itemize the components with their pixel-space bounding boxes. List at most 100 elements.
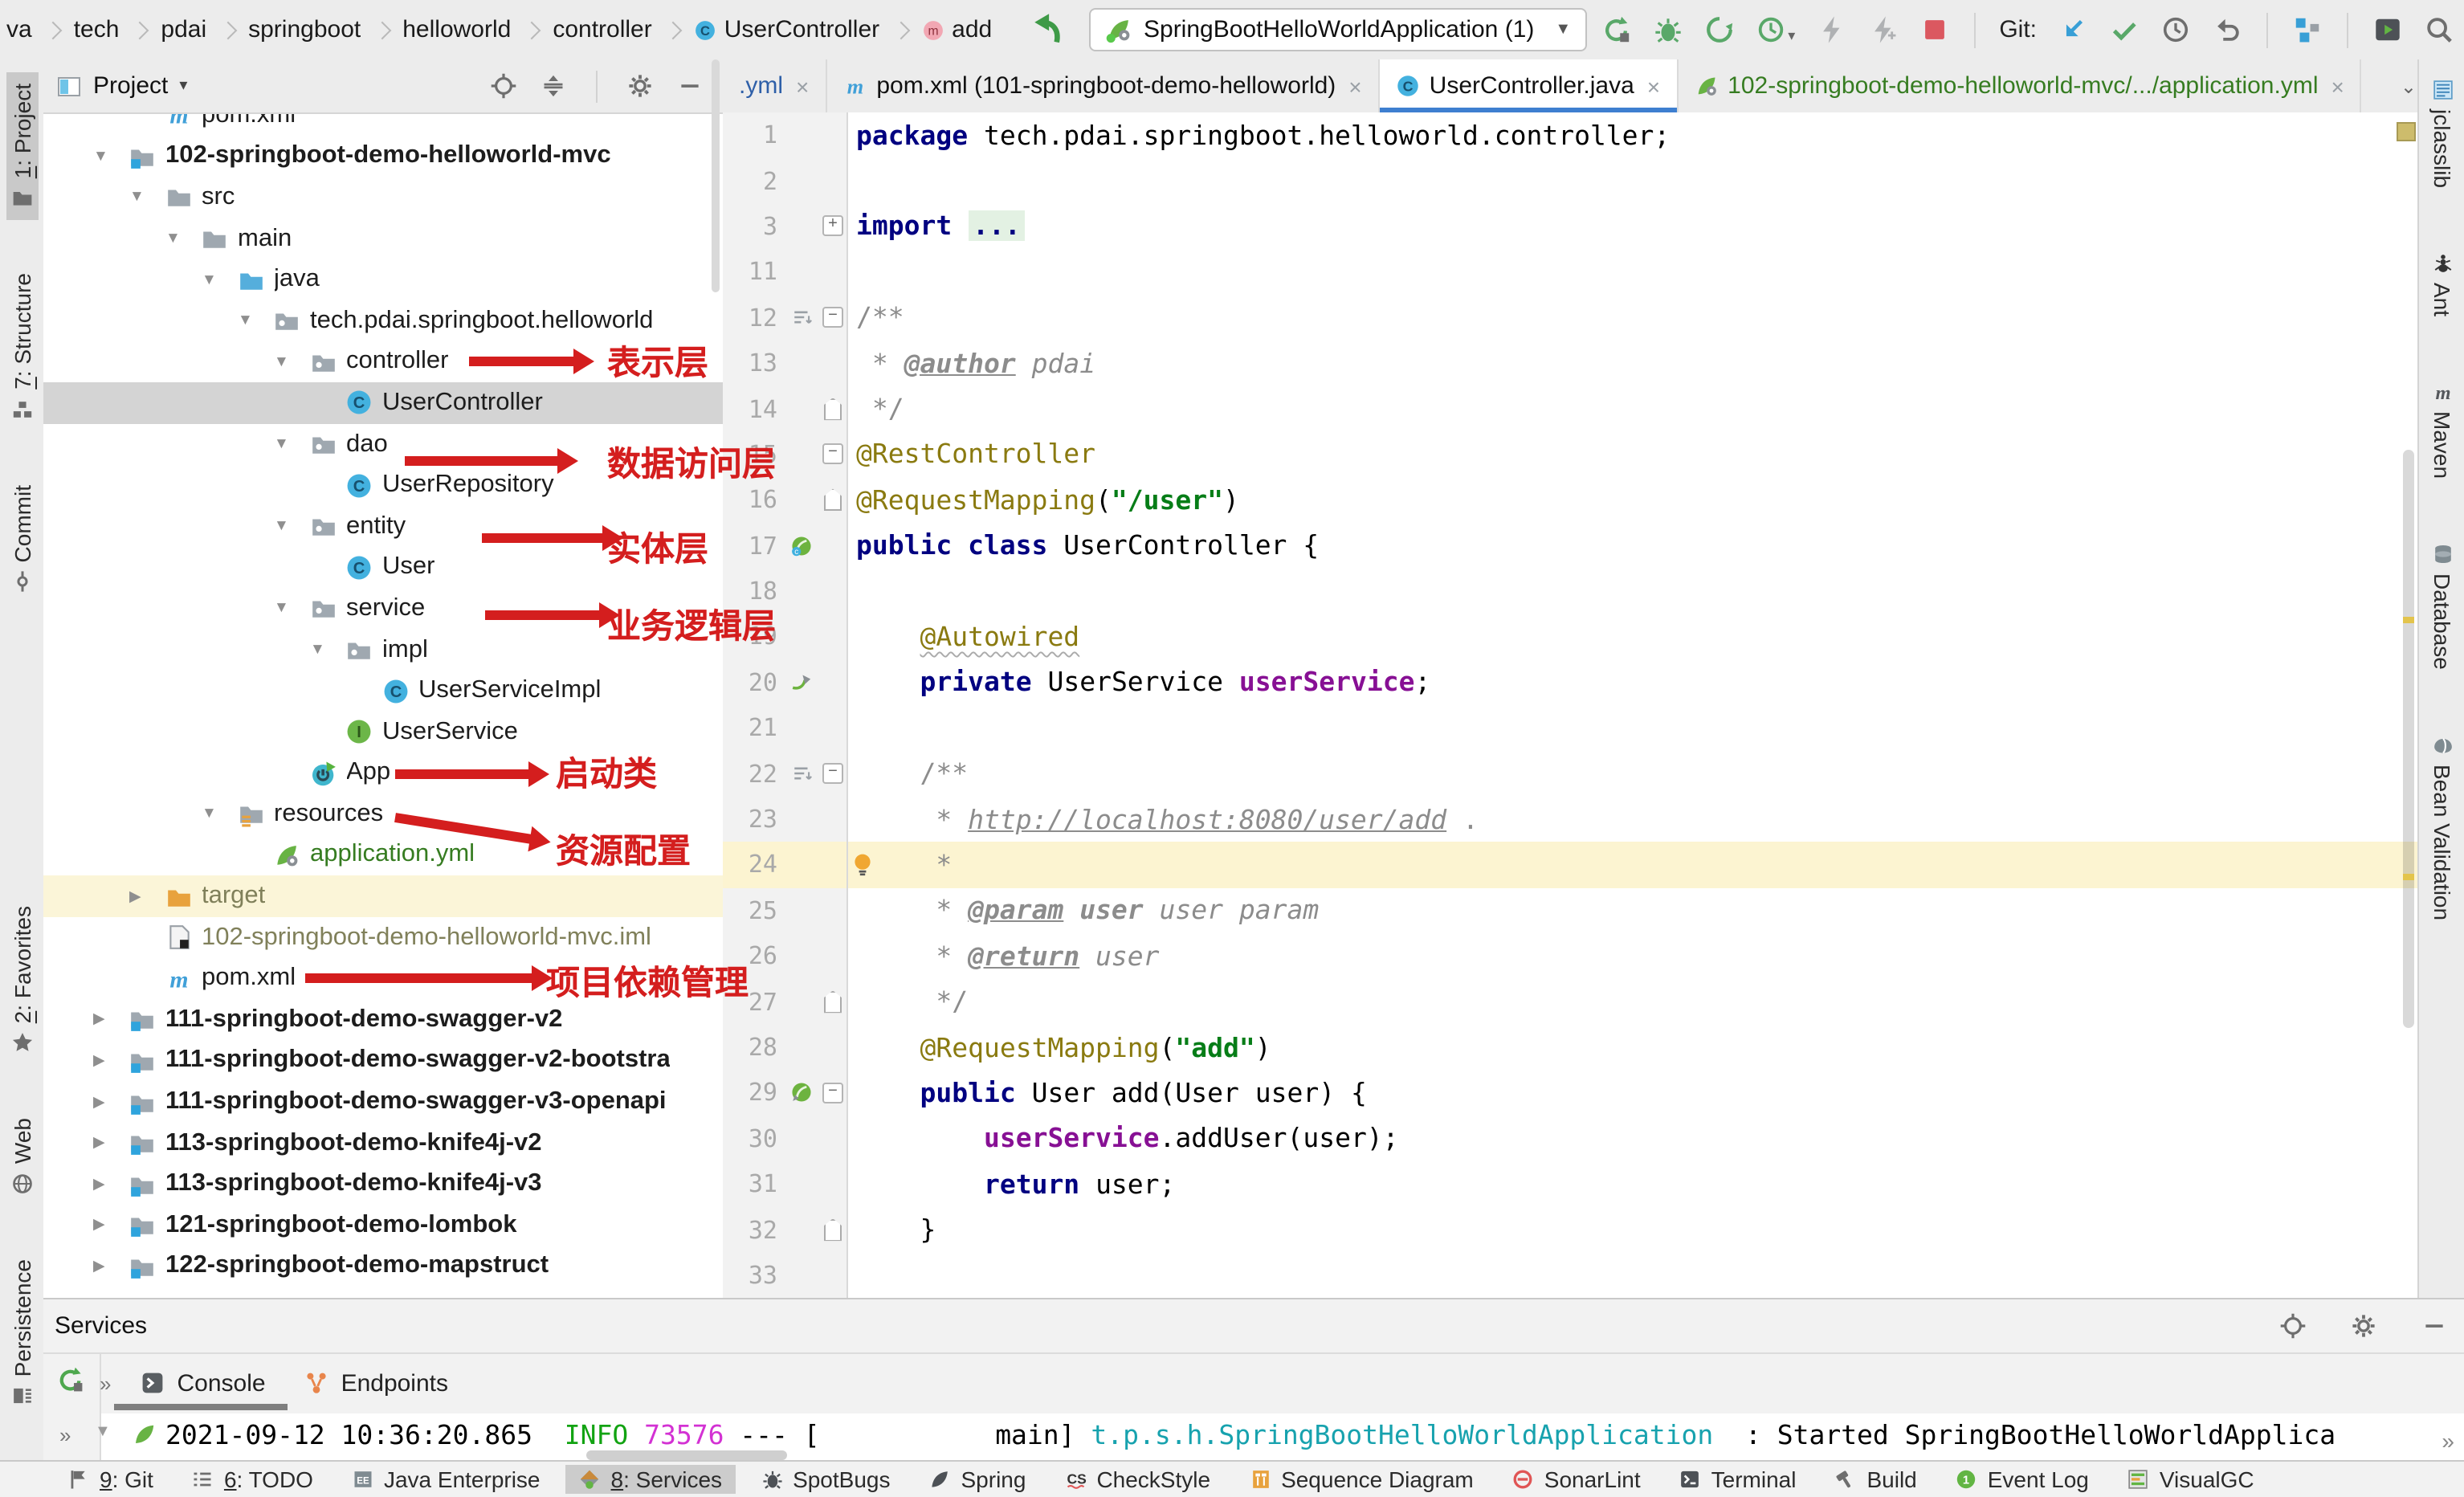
statusbar-item-java-enterprise[interactable]: EEJava Enterprise [339, 1465, 553, 1494]
code-line-16[interactable]: 16@RequestMapping("/user") [723, 477, 2417, 523]
tree-item-userservice[interactable]: IUserService [43, 712, 723, 753]
mapping-gutter-icon[interactable] [790, 1082, 813, 1104]
code-line-26[interactable]: 26 * @return user [723, 933, 2417, 979]
console-hscrollbar[interactable] [586, 1450, 787, 1460]
code-line-27[interactable]: 27 */ [723, 979, 2417, 1025]
tab-usercontroller-java[interactable]: CUserController.java× [1380, 59, 1679, 112]
tool-window-button-persistence[interactable]: Persistence [6, 1247, 38, 1417]
locate-icon[interactable] [2279, 1312, 2307, 1340]
fold-minus-icon[interactable]: − [822, 763, 843, 784]
statusbar-item-sonarlint[interactable]: SonarLint [1499, 1465, 1654, 1494]
statusbar-item-sequence-diagram[interactable]: Sequence Diagram [1236, 1465, 1487, 1494]
tree-item-usercontroller[interactable]: CUserController [43, 382, 723, 423]
tree-item-111-springboot-demo-swagger-v3-openapi[interactable]: ▶111-springboot-demo-swagger-v3-openapi [43, 1082, 723, 1123]
statusbar-item-terminal[interactable]: Terminal [1666, 1465, 1809, 1494]
tree-collapsed-icon[interactable]: ▶ [87, 1093, 129, 1111]
fold-end-icon[interactable] [824, 398, 842, 420]
tool-window-button-commit[interactable]: Commit [6, 473, 38, 603]
tool-window-button-jclasslib[interactable]: jclasslib [2426, 67, 2458, 199]
tree-expanded-icon[interactable]: ▼ [159, 230, 201, 247]
tree-item-121-springboot-demo-lombok[interactable]: ▶121-springboot-demo-lombok [43, 1205, 723, 1246]
code-line-24[interactable]: 24 * [723, 842, 2417, 888]
warning-stripe-mark[interactable] [2403, 874, 2414, 880]
services-tab-endpoints[interactable]: Endpoints [304, 1369, 448, 1397]
tree-item-102-springboot-demo-helloworld-mvc-iml[interactable]: 102-springboot-demo-helloworld-mvc.iml [43, 917, 723, 958]
tree-item-tech-pdai-springboot-helloworld[interactable]: ▼tech.pdai.springboot.helloworld [43, 300, 723, 341]
fold-end-icon[interactable] [824, 489, 842, 512]
breadcrumb-item-tech[interactable]: tech [74, 16, 120, 43]
history-icon[interactable] [2160, 14, 2191, 45]
tree-collapsed-icon[interactable]: ▶ [87, 1175, 129, 1193]
code-line-18[interactable]: 18 [723, 569, 2417, 614]
tree-expanded-icon[interactable]: ▼ [123, 189, 165, 206]
code-line-19[interactable]: 19 @Autowired [723, 614, 2417, 660]
code-line-25[interactable]: 25 * @param user user param [723, 887, 2417, 933]
lightning2-icon[interactable] [1867, 14, 1898, 45]
code-line-3[interactable]: 3+import ... [723, 204, 2417, 250]
services-tab-console[interactable]: Console [140, 1369, 265, 1397]
tree-expanded-icon[interactable]: ▼ [267, 600, 309, 618]
code-line-31[interactable]: 31 return user; [723, 1161, 2417, 1207]
tree-item-src[interactable]: ▼src [43, 177, 723, 218]
intention-bulb-icon[interactable] [850, 850, 875, 879]
locate-icon[interactable] [490, 72, 517, 100]
tool-window-button-7-structure[interactable]: 7: Structure [6, 262, 38, 431]
debug-icon[interactable] [1653, 14, 1683, 45]
code-line-30[interactable]: 30 userService.addUser(user); [723, 1116, 2417, 1161]
code-line-2[interactable]: 2 [723, 158, 2417, 204]
code-line-15[interactable]: 15−@RestController [723, 431, 2417, 477]
commit-icon[interactable] [2109, 14, 2140, 45]
console-output[interactable]: 2021-09-12 10:36:20.865 INFO 73576 --- [… [101, 1413, 2464, 1462]
tab--yml[interactable]: .yml× [723, 59, 826, 112]
statusbar-item-event-log[interactable]: 1Event Log [1943, 1465, 2102, 1494]
tree-expanded-icon[interactable]: ▼ [267, 353, 309, 371]
code-line-32[interactable]: 32 } [723, 1207, 2417, 1253]
project-panel-title[interactable]: Project [93, 72, 168, 100]
gear-icon[interactable] [2350, 1312, 2377, 1340]
statusbar-item-6-todo[interactable]: 6: TODO [179, 1465, 326, 1494]
code-line-20[interactable]: 20 private UserService userService; [723, 659, 2417, 705]
tool-window-button-1-project[interactable]: 1: Project [6, 72, 38, 220]
tree-collapsed-icon[interactable]: ▶ [87, 1134, 129, 1152]
tab-102-springboot-demo-helloworld-mvc-application-yml[interactable]: 102-springboot-demo-helloworld-mvc/.../a… [1678, 59, 2362, 112]
statusbar-item-8-services[interactable]: 8: Services [566, 1465, 736, 1494]
breadcrumb-item-pdai[interactable]: pdai [161, 16, 206, 43]
statusbar-item-build[interactable]: Build [1821, 1465, 1929, 1494]
tree-item-main[interactable]: ▼main [43, 218, 723, 259]
tree-collapsed-icon[interactable]: ▶ [87, 1052, 129, 1070]
bean-gutter-icon[interactable]: c [790, 534, 813, 557]
fold-minus-icon[interactable]: − [822, 1083, 843, 1103]
fold-end-icon[interactable] [824, 1218, 842, 1241]
code-line-11[interactable]: 11 [723, 249, 2417, 295]
rollback-icon[interactable] [2212, 14, 2242, 45]
code-line-21[interactable]: 21 [723, 705, 2417, 751]
breadcrumb-item-springboot[interactable]: springboot [248, 16, 361, 43]
scrollbar-thumb[interactable] [2403, 450, 2414, 1028]
breadcrumb-item-UserController[interactable]: CUserController [694, 16, 879, 43]
editor-scrollbar[interactable] [2398, 112, 2417, 1298]
tool-window-button-maven[interactable]: mMaven [2426, 369, 2458, 490]
close-icon[interactable]: × [1647, 73, 1660, 99]
tree-item-113-springboot-demo-knife4j-v2[interactable]: ▶113-springboot-demo-knife4j-v2 [43, 1123, 723, 1164]
tree-collapsed-icon[interactable]: ▶ [123, 887, 165, 905]
fold-plus-icon[interactable]: + [822, 216, 843, 237]
rearrange-icon[interactable] [791, 763, 812, 784]
tree-scrollbar[interactable] [712, 59, 720, 292]
statusbar-item-spotbugs[interactable]: SpotBugs [748, 1465, 903, 1494]
tool-window-button-web[interactable]: Web [6, 1107, 38, 1205]
search-icon[interactable] [2424, 14, 2454, 45]
more-chevron-icon[interactable]: » [2442, 1428, 2454, 1454]
update-icon[interactable] [2058, 14, 2088, 45]
tree-expanded-icon[interactable]: ▼ [267, 517, 309, 535]
code-line-13[interactable]: 13 * @author pdai [723, 341, 2417, 386]
code-line-22[interactable]: 22− /** [723, 751, 2417, 797]
close-icon[interactable]: × [796, 73, 809, 99]
chevron-down-icon[interactable]: ▾ [179, 77, 187, 95]
tree-expanded-icon[interactable]: ▼ [195, 271, 237, 288]
warning-stripe-mark[interactable] [2403, 617, 2414, 623]
gear-icon[interactable] [626, 72, 654, 100]
profiler-action[interactable]: ▾ [1756, 14, 1795, 45]
tree-item-122-springboot-demo-mapstruct[interactable]: ▶122-springboot-demo-mapstruct [43, 1246, 723, 1287]
fold-minus-icon[interactable]: − [822, 444, 843, 465]
coverage-icon[interactable] [1704, 14, 1735, 45]
